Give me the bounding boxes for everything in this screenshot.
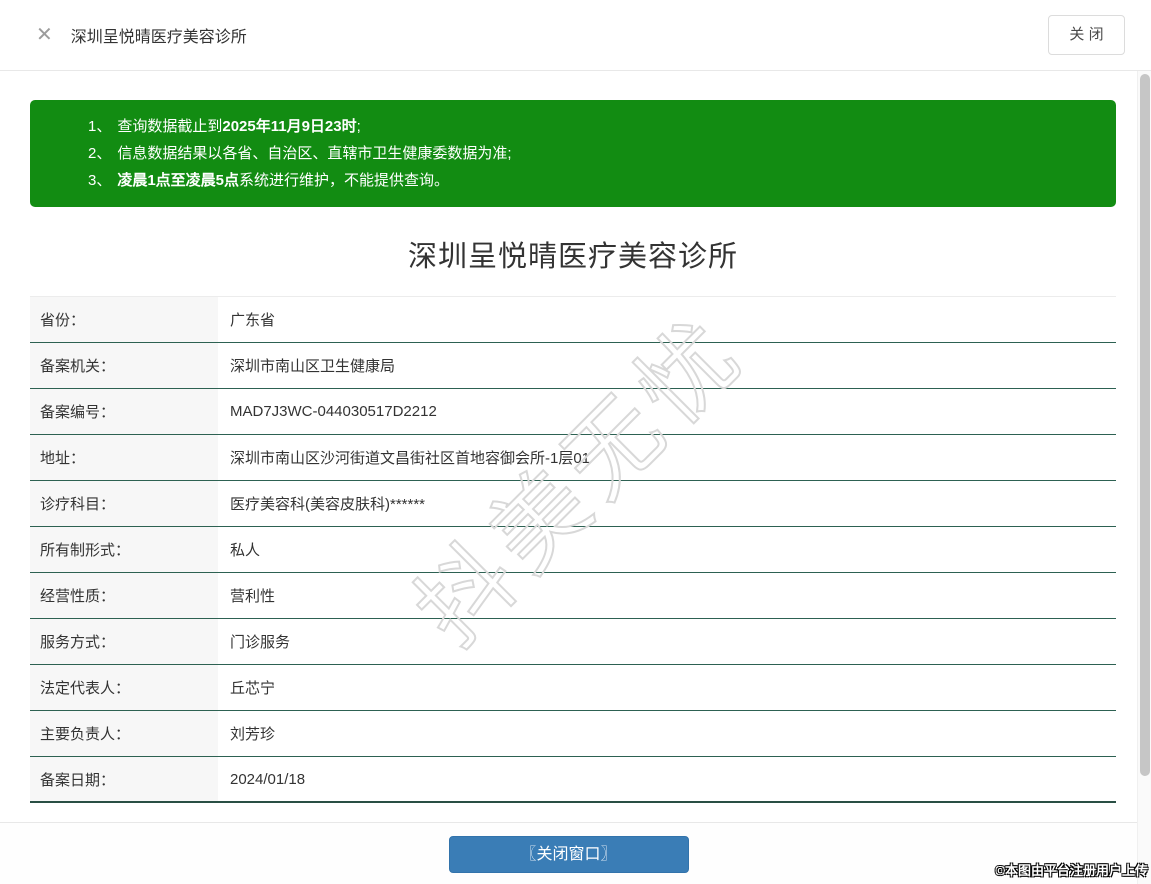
row-label: 法定代表人： [30,665,218,710]
row-value: 私人 [230,542,261,559]
row-label: 诊疗科目： [30,481,218,526]
row-label: 省份： [30,297,218,342]
row-label: 服务方式： [30,619,218,664]
row-value: 医疗美容科(美容皮肤科)****** [230,496,426,513]
table-row-filing-number: 备案编号： MAD7J3WC-044030517D2212 [30,389,1116,435]
table-row-ownership: 所有制形式： 私人 [30,527,1116,573]
vertical-scrollbar-track[interactable] [1137,71,1151,884]
table-row-medical-subjects: 诊疗科目： 医疗美容科(美容皮肤科)****** [30,481,1116,527]
row-value: 2024/01/18 [230,770,306,788]
row-value: 深圳市南山区沙河街道文昌街社区首地容御会所-1层01 [230,450,591,467]
close-x-icon[interactable]: ✕ [36,25,53,45]
notice-text: 系统进行维护，不能提供查询。 [239,172,450,189]
notice-banner: 1、 查询数据截止到2025年11月9日23时; 2、 信息数据结果以各省、自治区、… [30,100,1116,207]
row-value: MAD7J3WC-044030517D2212 [230,403,437,420]
table-row-service-mode: 服务方式： 门诊服务 [30,619,1116,665]
notice-line-2: 2、 信息数据结果以各省、自治区、直辖市卫生健康委数据为准; [88,140,1096,167]
table-row-legal-representative: 法定代表人： 丘芯宁 [30,665,1116,711]
close-window-button[interactable]: 〖关闭窗口〗 [448,836,689,873]
main-content: 1、 查询数据截止到2025年11月9日23时; 2、 信息数据结果以各省、自治区、… [0,100,1151,851]
footer-bar: 〖关闭窗口〗 [0,822,1137,884]
notice-text-bold: 2025年11月9日23时 [222,118,357,135]
row-value: 刘芳珍 [230,726,276,743]
row-label: 备案编号： [30,389,218,434]
row-value: 丘芯宁 [230,680,276,697]
notice-text: 信息数据结果以各省、自治区、直辖市卫生健康委数据为准; [117,145,512,162]
notice-line-1: 1、 查询数据截止到2025年11月9日23时; [88,113,1096,140]
table-row-province: 省份： 广东省 [30,297,1116,343]
row-label: 经营性质： [30,573,218,618]
header-close-button[interactable]: 关 闭 [1048,15,1125,55]
notice-line-3: 3、 凌晨1点至凌晨5点系统进行维护，不能提供查询。 [88,167,1096,194]
notice-text: 查询数据截止到 [117,118,223,135]
row-label: 地址： [30,435,218,480]
row-label: 备案日期： [30,757,218,801]
table-row-business-nature: 经营性质： 营利性 [30,573,1116,619]
notice-text: ; [356,118,361,135]
row-label: 备案机关： [30,343,218,388]
table-row-filing-date: 备案日期： 2024/01/18 [30,757,1116,803]
notice-text-bold: 凌晨1点至凌晨5点 [117,172,240,189]
page-title: 深圳呈悦晴医疗美容诊所 [407,241,738,273]
vertical-scrollbar-thumb[interactable] [1140,74,1150,776]
detail-table: 省份： 广东省 备案机关： 深圳市南山区卫生健康局 备案编号： MAD7J3WC… [30,296,1116,803]
table-row-filing-authority: 备案机关： 深圳市南山区卫生健康局 [30,343,1116,389]
row-label: 所有制形式： [30,527,218,572]
notice-number: 2、 [88,145,112,162]
row-value: 门诊服务 [230,634,291,651]
notice-number: 1、 [88,118,112,135]
table-row-address: 地址： 深圳市南山区沙河街道文昌街社区首地容御会所-1层01 [30,435,1116,481]
notice-number: 3、 [88,172,112,189]
row-value: 营利性 [230,588,276,605]
row-value: 广东省 [230,312,276,329]
window-title: 深圳呈悦晴医疗美容诊所 [70,29,247,46]
window-header: ✕ 深圳呈悦晴医疗美容诊所 关 闭 [0,0,1151,71]
row-value: 深圳市南山区卫生健康局 [230,358,396,375]
table-row-main-person-in-charge: 主要负责人： 刘芳珍 [30,711,1116,757]
row-label: 主要负责人： [30,711,218,756]
